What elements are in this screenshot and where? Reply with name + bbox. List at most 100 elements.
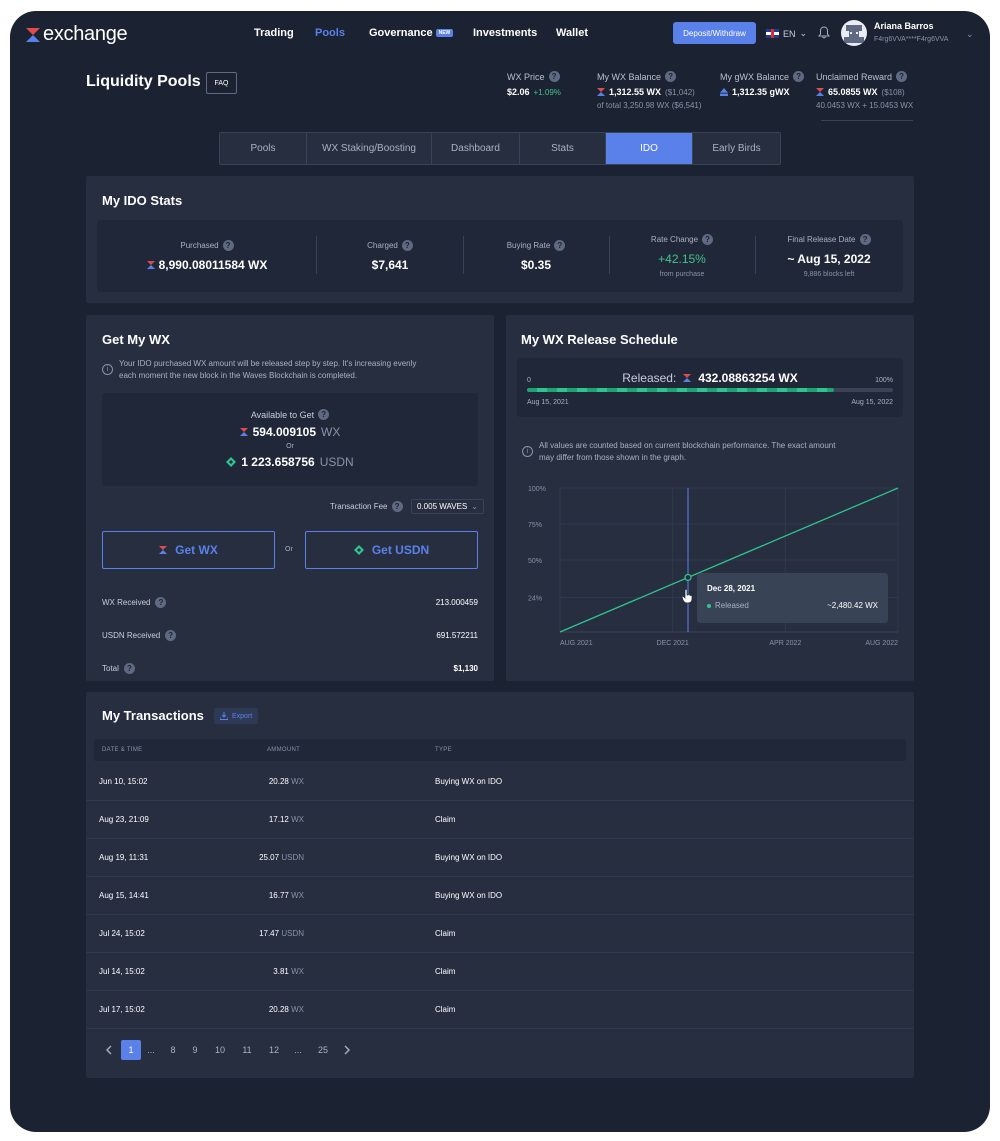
help-icon[interactable]: ? xyxy=(222,240,234,251)
language-selector[interactable]: EN ⌄ xyxy=(766,28,807,39)
wx-token-icon xyxy=(146,261,155,269)
cell-type: Buying WX on IDO xyxy=(435,777,503,786)
release-progress-panel: Released: 432.08863254 WX 0 100% Aug 15,… xyxy=(517,358,903,417)
cell-type: Claim xyxy=(435,967,456,976)
amount-unit: USDN xyxy=(281,853,304,862)
final-release-sub: 9,886 blocks left xyxy=(803,271,855,278)
help-icon[interactable]: ? xyxy=(548,71,560,82)
chevron-down-icon: ⌄ xyxy=(799,28,808,38)
table-header xyxy=(94,739,906,761)
page-25[interactable]: 25 xyxy=(313,1040,333,1060)
deposit-withdraw-button[interactable]: Deposit/Withdraw xyxy=(673,22,756,44)
tab-dashboard[interactable]: Dashboard xyxy=(432,133,520,164)
next-page-icon[interactable] xyxy=(337,1040,357,1060)
page-1[interactable]: 1 xyxy=(121,1040,141,1060)
wx-price-change: +1.09% xyxy=(533,87,561,97)
brand-logo[interactable]: exchange xyxy=(26,23,128,46)
wx-balance-value: 1,312.55 WX xyxy=(609,87,662,97)
wx-received-label: WX Received xyxy=(102,598,151,607)
get-wx-button[interactable]: Get WX xyxy=(102,531,275,569)
cell-amount: 25.07 USDN xyxy=(86,853,304,862)
progress-start-pct: 0 xyxy=(527,377,531,384)
nav-trading[interactable]: Trading xyxy=(254,27,294,39)
unclaimed-label: Unclaimed Reward xyxy=(816,71,893,82)
help-icon[interactable]: ? xyxy=(155,597,167,608)
app-window: exchange Trading Pools Governance NEW Inv… xyxy=(10,11,990,1132)
cell-type: Claim xyxy=(435,1005,456,1014)
user-menu-chevron-icon[interactable]: ⌄ xyxy=(966,29,974,40)
final-release-value: ~ Aug 15, 2022 xyxy=(787,252,871,266)
amount-value: 17.12 xyxy=(268,815,289,824)
bell-icon[interactable] xyxy=(818,26,830,39)
amount-unit: WX xyxy=(291,967,304,976)
help-icon[interactable]: ? xyxy=(665,71,677,82)
help-icon[interactable]: ? xyxy=(859,234,871,245)
new-badge: NEW xyxy=(435,29,454,38)
amount-value: 20.28 xyxy=(268,1005,289,1014)
help-icon[interactable]: ? xyxy=(318,409,330,420)
column-date: DATE & TIME xyxy=(102,747,143,753)
amount-value: 16.77 xyxy=(268,891,289,900)
nav-governance[interactable]: Governance NEW xyxy=(369,27,454,39)
y-tick-label: 50% xyxy=(528,558,542,565)
avatar[interactable] xyxy=(841,20,867,46)
cell-amount: 20.28 WX xyxy=(86,777,304,786)
help-icon[interactable]: ? xyxy=(896,71,908,82)
prev-page-icon[interactable] xyxy=(99,1040,119,1060)
user-address: F4rg6VVA****F4rg6VVA xyxy=(874,36,949,43)
help-icon[interactable]: ? xyxy=(165,630,177,641)
available-wx: 594.009105 WX xyxy=(102,425,478,439)
tab-early-birds[interactable]: Early Birds xyxy=(693,133,780,164)
page-9[interactable]: 9 xyxy=(185,1040,205,1060)
wx-price-label: WX Price xyxy=(507,71,545,82)
page-11[interactable]: 11 xyxy=(237,1040,257,1060)
get-wx-info-text: Your IDO purchased WX amount will be rel… xyxy=(119,359,417,380)
buying-rate-value: $0.35 xyxy=(520,258,552,272)
language-label: EN xyxy=(783,28,796,39)
faq-button[interactable]: FAQ xyxy=(206,72,237,94)
help-icon[interactable]: ? xyxy=(401,240,413,251)
hand-cursor-icon xyxy=(681,589,693,604)
wx-balance-stat: My WX Balance? 1,312.55 WX ($1,042) of t… xyxy=(597,71,702,110)
fee-select[interactable]: 0.005 WAVES ⌄ xyxy=(411,499,484,514)
nav-wallet[interactable]: Wallet xyxy=(556,27,588,39)
total-row: Total? xyxy=(102,663,135,674)
tab-wx-staking[interactable]: WX Staking/Boosting xyxy=(307,133,432,164)
page-12[interactable]: 12 xyxy=(264,1040,284,1060)
wx-logo-icon xyxy=(26,27,40,42)
export-button[interactable]: Export xyxy=(214,708,259,724)
get-usdn-button[interactable]: Get USDN xyxy=(305,531,478,569)
tab-ido[interactable]: IDO xyxy=(606,133,693,164)
nav-pools[interactable]: Pools xyxy=(315,27,345,39)
wx-received-value: 213.000459 xyxy=(435,598,478,607)
release-schedule-card: My WX Release Schedule Released: 432.088… xyxy=(506,315,914,681)
download-icon xyxy=(220,712,228,720)
help-icon[interactable]: ? xyxy=(702,234,714,245)
help-icon[interactable]: ? xyxy=(554,240,566,251)
usdn-received-label: USDN Received xyxy=(102,631,161,640)
cell-amount: 17.47 USDN xyxy=(86,929,304,938)
help-icon[interactable]: ? xyxy=(793,71,805,82)
page-10[interactable]: 10 xyxy=(210,1040,230,1060)
page-8[interactable]: 8 xyxy=(163,1040,183,1060)
usdn-received-row: USDN Received? xyxy=(102,630,177,641)
transactions-card: My Transactions Export DATE & TIME AMMOU… xyxy=(86,692,914,1078)
buying-rate-stat: Buying Rate? $0.35 xyxy=(463,220,609,292)
unclaimed-usd: ($108) xyxy=(881,87,905,97)
usdn-received-value: 691.572211 xyxy=(436,631,478,640)
brand-name: exchange xyxy=(43,23,128,45)
help-icon[interactable]: ? xyxy=(123,663,135,674)
wx-token-icon xyxy=(683,374,692,382)
nav-investments[interactable]: Investments xyxy=(473,27,537,39)
x-tick-label: AUG 2022 xyxy=(865,640,898,647)
column-type: TYPE xyxy=(435,747,452,753)
tab-pools[interactable]: Pools xyxy=(220,133,307,164)
purchased-label: Purchased xyxy=(180,241,219,250)
available-usdn-amount: 1 223.658756 xyxy=(241,455,315,469)
final-release-stat: Final Release Date? ~ Aug 15, 2022 9,886… xyxy=(755,220,903,292)
cell-amount: 16.77 WX xyxy=(86,891,304,900)
release-schedule-title: My WX Release Schedule xyxy=(521,332,678,347)
tab-stats[interactable]: Stats xyxy=(520,133,606,164)
released-value: 432.08863254 WX xyxy=(698,371,798,385)
help-icon[interactable]: ? xyxy=(391,501,403,512)
